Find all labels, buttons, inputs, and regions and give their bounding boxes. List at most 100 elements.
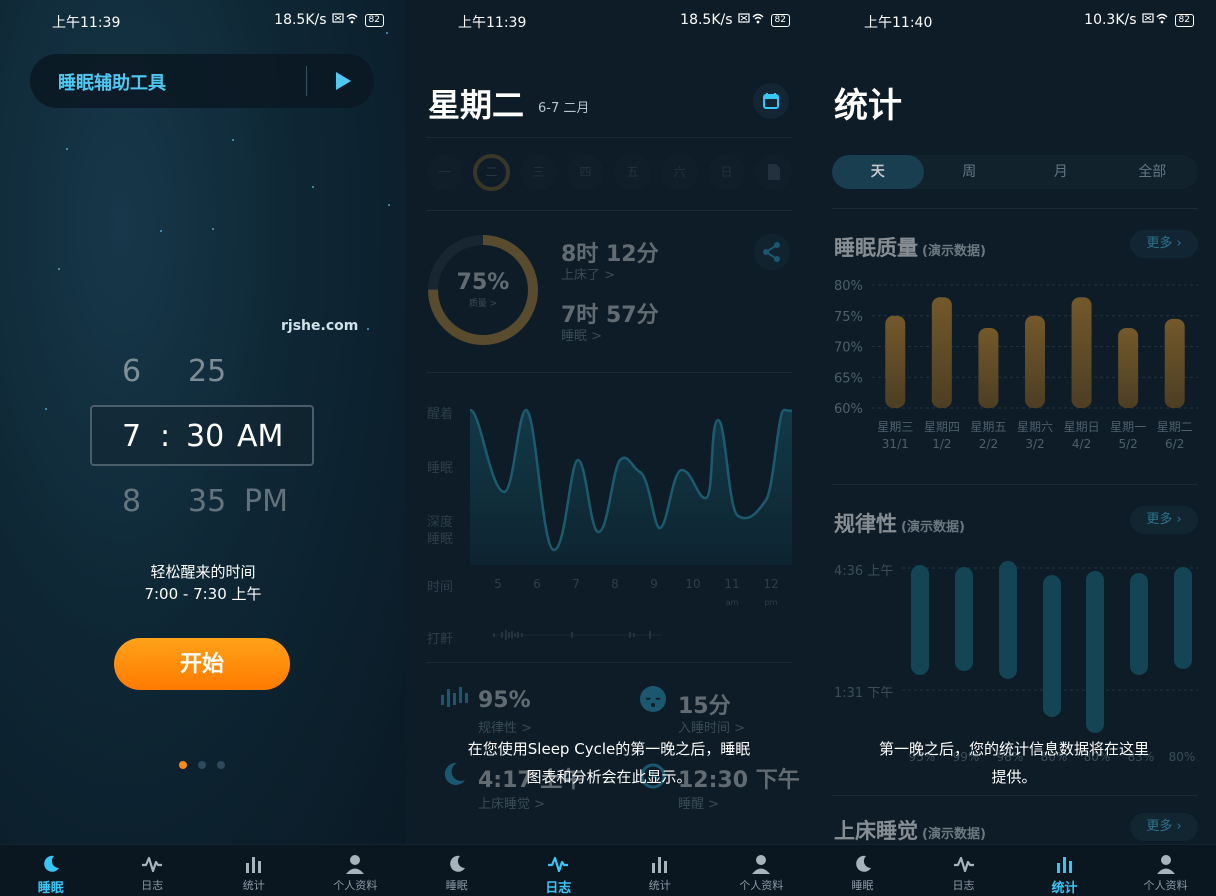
nav-stats[interactable]: 统计 [1014, 845, 1115, 896]
bedtime-more-button[interactable]: 更多 › [1130, 813, 1198, 841]
period-tabs[interactable]: 天 周 月 全部 [832, 155, 1198, 189]
quality-bar [885, 315, 906, 408]
bottom-nav: 睡眠 日志 统计 个人资料 [0, 844, 406, 896]
empty-state-line1: 在您使用Sleep Cycle的第一晚之后，睡眠 [467, 740, 751, 758]
day-sun[interactable]: 日 [708, 154, 745, 191]
nav-journal[interactable]: 日志 [508, 845, 610, 896]
moon-icon [449, 855, 465, 872]
bottom-nav: 睡眠 日志 统计 个人资料 [406, 844, 812, 896]
day-tue[interactable]: 二 [473, 154, 510, 191]
share-icon [763, 242, 780, 262]
picker-hour[interactable]: 7 [122, 419, 141, 454]
status-time: 上午11:39 [52, 15, 121, 31]
x-tick-date: 1/2 [932, 437, 951, 451]
x-tick-date: 5/2 [1118, 437, 1137, 451]
nav-profile[interactable]: 个人资料 [711, 845, 813, 896]
wakeup-label[interactable]: 睡醒 > [678, 793, 719, 812]
bottom-nav: 睡眠 日志 统计 个人资料 [812, 844, 1216, 896]
nav-profile[interactable]: 个人资料 [1115, 845, 1216, 896]
nav-profile-label: 个人资料 [739, 879, 784, 892]
x-tick-date: 31/1 [882, 437, 909, 451]
start-button[interactable]: 开始 [114, 638, 290, 690]
wave-icon [953, 856, 974, 873]
x-tick-date: 6/2 [1165, 437, 1184, 451]
play-icon[interactable] [330, 68, 356, 94]
picker-next-minute[interactable]: 35 [188, 484, 226, 519]
page-title: 统计 [834, 86, 902, 126]
picker-colon: : [160, 419, 171, 454]
graph-label-awake: 醒着 [427, 407, 454, 422]
nav-sleep-label: 睡眠 [445, 879, 468, 892]
wake-range: 7:00 - 7:30 上午 [144, 585, 262, 603]
nav-sleep[interactable]: 睡眠 [812, 845, 913, 896]
bar-chart-icon [651, 857, 667, 873]
x-tick: 11 [724, 577, 740, 591]
tab-all[interactable]: 全部 [1107, 155, 1199, 189]
tab-month[interactable]: 月 [1015, 155, 1107, 189]
share-button[interactable] [754, 234, 790, 270]
picker-next-ampm[interactable]: PM [244, 484, 288, 519]
journal-screen: 上午11:39 18.5K/s 82 星期二 6-7 二月 一 二 三 四 五 … [406, 0, 812, 896]
nav-profile[interactable]: 个人资料 [305, 845, 407, 896]
quality-more-button[interactable]: 更多 › [1130, 230, 1198, 258]
note-icon [767, 164, 780, 180]
tab-week[interactable]: 周 [924, 155, 1016, 189]
day-sat[interactable]: 六 [661, 154, 698, 191]
net-speed: 18.5K/s [274, 12, 327, 28]
picker-next-hour[interactable]: 8 [122, 484, 141, 519]
nav-sleep[interactable]: 睡眠 [406, 845, 508, 896]
regularity-more-button[interactable]: 更多 › [1130, 506, 1198, 534]
person-icon [752, 855, 771, 874]
status-network: 18.5K/s 82 [680, 12, 790, 28]
graph-label-deep-sleep: 睡眠 [427, 532, 454, 547]
x-tick-day: 星期二 [1157, 420, 1193, 434]
nav-stats[interactable]: 统计 [203, 845, 305, 896]
calendar-button[interactable] [753, 83, 789, 119]
x-tick: 6 [533, 577, 541, 591]
notes-button[interactable] [755, 154, 792, 191]
day-wed[interactable]: 三 [520, 154, 557, 191]
nav-stats-label: 统计 [242, 879, 265, 892]
reg-bar [1174, 567, 1192, 669]
day-mon[interactable]: 一 [426, 154, 463, 191]
sleep-curve [470, 408, 792, 565]
in-bed-label[interactable]: 上床了 > [561, 264, 615, 283]
fall-asleep-value: 15分 [678, 694, 731, 719]
regularity-section-title: 规律性 (演示数据) [834, 512, 965, 536]
empty-state-line2: 图表和分析会在此显示。 [526, 768, 692, 786]
reg-bar [1130, 573, 1148, 675]
picker-minute[interactable]: 30 [186, 419, 224, 454]
week-selector[interactable]: 一 二 三 四 五 六 日 [426, 154, 792, 191]
bedtime-label[interactable]: 上床睡觉 > [478, 793, 545, 812]
day-thu[interactable]: 四 [567, 154, 604, 191]
nav-stats[interactable]: 统计 [609, 845, 711, 896]
wifi-icon [331, 12, 360, 28]
picker-prev-minute[interactable]: 25 [188, 354, 226, 389]
y-tick-label: 60% [834, 402, 863, 417]
quality-percent: 75% [456, 270, 510, 295]
bedtime-section-title: 上床睡觉 (演示数据) [834, 819, 986, 843]
sleepy-face-icon [640, 686, 666, 712]
asleep-label[interactable]: 睡眠 > [561, 325, 602, 344]
x-tick-date: 3/2 [1025, 437, 1044, 451]
reg-bar [999, 561, 1017, 679]
tab-day[interactable]: 天 [832, 155, 924, 189]
moon-icon [855, 855, 871, 872]
picker-prev-hour[interactable]: 6 [122, 354, 141, 389]
regularity-label[interactable]: 规律性 > [478, 717, 532, 736]
reg-bar [955, 567, 973, 671]
day-fri[interactable]: 五 [614, 154, 651, 191]
nav-journal[interactable]: 日志 [102, 845, 204, 896]
graph-label-sleep: 睡眠 [427, 461, 454, 476]
sleep-aid-label: 睡眠辅助工具 [58, 73, 166, 94]
status-bar: 上午11:39 18.5K/s 82 [0, 8, 406, 34]
fall-asleep-label[interactable]: 入睡时间 > [678, 717, 745, 736]
y-tick-label: 65% [834, 371, 863, 386]
nav-journal[interactable]: 日志 [913, 845, 1014, 896]
nav-sleep[interactable]: 睡眠 [0, 845, 102, 896]
nav-stats-label: 统计 [1051, 881, 1078, 896]
sleep-aid-bar[interactable]: 睡眠辅助工具 [30, 54, 374, 108]
status-bar: 上午11:39 18.5K/s 82 [406, 8, 812, 34]
x-tick-day: 星期日 [1064, 420, 1100, 434]
picker-ampm[interactable]: AM [237, 419, 283, 454]
